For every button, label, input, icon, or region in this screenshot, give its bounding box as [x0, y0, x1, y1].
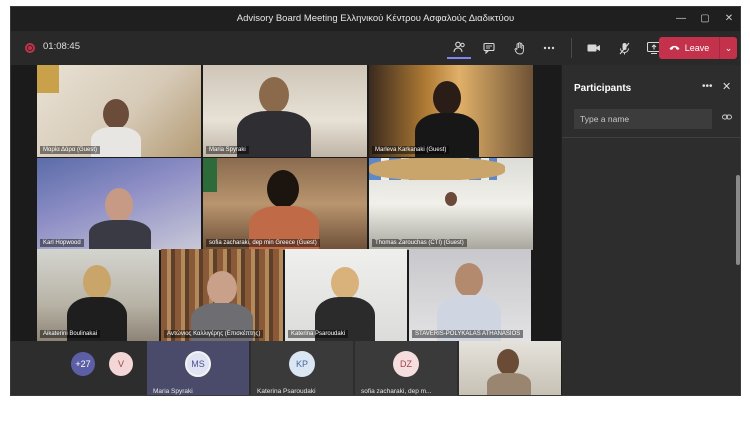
video-tile[interactable]: sofia zacharaki, dep min Greece (Guest): [203, 158, 367, 250]
participant-name: Karl Hopwood: [40, 239, 84, 247]
close-window-icon[interactable]: ✕: [724, 7, 734, 31]
participant-name: Thomas Zarouchas (CTI) (Guest): [372, 239, 467, 247]
avatar: MS: [185, 351, 211, 377]
leave-button[interactable]: Leave: [659, 37, 719, 59]
raise-hand-icon[interactable]: [507, 37, 531, 59]
mic-off-icon[interactable]: [612, 37, 636, 59]
meeting-title: Advisory Board Meeting Ελληνικού Κέντρου…: [236, 13, 515, 24]
video-tile[interactable]: Αντώνιος Καλλιγέρης (Επισκέπτης): [161, 249, 283, 341]
close-icon[interactable]: ✕: [722, 80, 731, 93]
leave-dropdown[interactable]: ⌄: [719, 37, 737, 59]
title-bar: Advisory Board Meeting Ελληνικού Κέντρου…: [11, 7, 740, 31]
leave-label: Leave: [684, 43, 710, 53]
participant-name: Katerina Psaroudaki: [257, 388, 316, 395]
video-tile[interactable]: Katerina Psaroudaki: [285, 249, 407, 341]
share-link-icon[interactable]: [722, 113, 732, 123]
window-controls: — ▢ ✕: [676, 7, 734, 31]
participant-name: STAVERIS-POLYKALAS ATHANASIOS: [412, 330, 524, 338]
panel-title: Participants: [574, 83, 632, 94]
self-video-tile[interactable]: [459, 341, 561, 395]
participant-name: Αντώνιος Καλλιγέρης (Επισκέπτης): [164, 330, 264, 338]
avatar: KP: [289, 351, 315, 377]
recording-icon: [25, 43, 35, 53]
video-tile[interactable]: Marleva Karkanaki (Guest): [369, 65, 533, 157]
participants-icon[interactable]: [447, 37, 471, 59]
toolbar-icons: [447, 37, 666, 59]
video-tile[interactable]: Aikaterini Boulinakai: [37, 249, 159, 341]
participant-name: Μαρία Δάρα (Guest): [40, 146, 101, 154]
participant-strip: +27 V MS Maria Spyraki KP Katerina Psaro…: [11, 341, 561, 395]
video-tile[interactable]: Karl Hopwood: [37, 158, 201, 250]
strip-tile[interactable]: DZ sofia zacharaki, dep m...: [355, 341, 457, 395]
video-tile[interactable]: Μαρία Δάρα (Guest): [37, 65, 201, 157]
chevron-down-icon: ⌄: [724, 42, 733, 53]
more-icon[interactable]: [537, 37, 561, 59]
participant-name: Katerina Psaroudaki: [288, 330, 349, 338]
divider: [562, 137, 740, 138]
more-icon[interactable]: •••: [702, 81, 713, 92]
video-tile[interactable]: Maria Spyraki: [203, 65, 367, 157]
chat-icon[interactable]: [477, 37, 501, 59]
participant-name: sofia zacharaki, dep m...: [361, 388, 432, 395]
strip-tile[interactable]: MS Maria Spyraki: [147, 341, 249, 395]
avatar[interactable]: V: [109, 352, 133, 376]
maximize-icon[interactable]: ▢: [700, 7, 710, 31]
participant-name: Maria Spyraki: [206, 146, 249, 154]
participant-name: sofia zacharaki, dep min Greece (Guest): [206, 239, 320, 247]
strip-tile[interactable]: KP Katerina Psaroudaki: [251, 341, 353, 395]
minimize-icon[interactable]: —: [676, 7, 686, 31]
teams-window: Advisory Board Meeting Ελληνικού Κέντρου…: [10, 6, 741, 396]
video-tile[interactable]: STAVERIS-POLYKALAS ATHANASIOS: [409, 249, 531, 341]
meeting-timer: 01:08:45: [43, 41, 80, 52]
video-tile[interactable]: Thomas Zarouchas (CTI) (Guest): [369, 158, 533, 250]
participant-name: Marleva Karkanaki (Guest): [372, 146, 450, 154]
camera-icon[interactable]: [582, 37, 606, 59]
meeting-toolbar: 01:08:45 Leave ⌄: [11, 31, 740, 65]
video-grid-row: Aikaterini Boulinakai Αντώνιος Καλλιγέρη…: [37, 249, 533, 341]
participant-name: Aikaterini Boulinakai: [40, 330, 101, 338]
overflow-count[interactable]: +27: [71, 352, 95, 376]
phone-hangup-icon: [669, 45, 680, 50]
avatar: DZ: [393, 351, 419, 377]
video-stage: Μαρία Δάρα (Guest) Maria Spyraki Marleva…: [11, 65, 561, 395]
toolbar-divider: [571, 38, 572, 58]
participant-name: Maria Spyraki: [153, 388, 193, 395]
participants-panel: Participants ••• ✕: [561, 65, 740, 395]
participant-search-input[interactable]: [574, 109, 712, 129]
scrollbar[interactable]: [736, 175, 740, 265]
